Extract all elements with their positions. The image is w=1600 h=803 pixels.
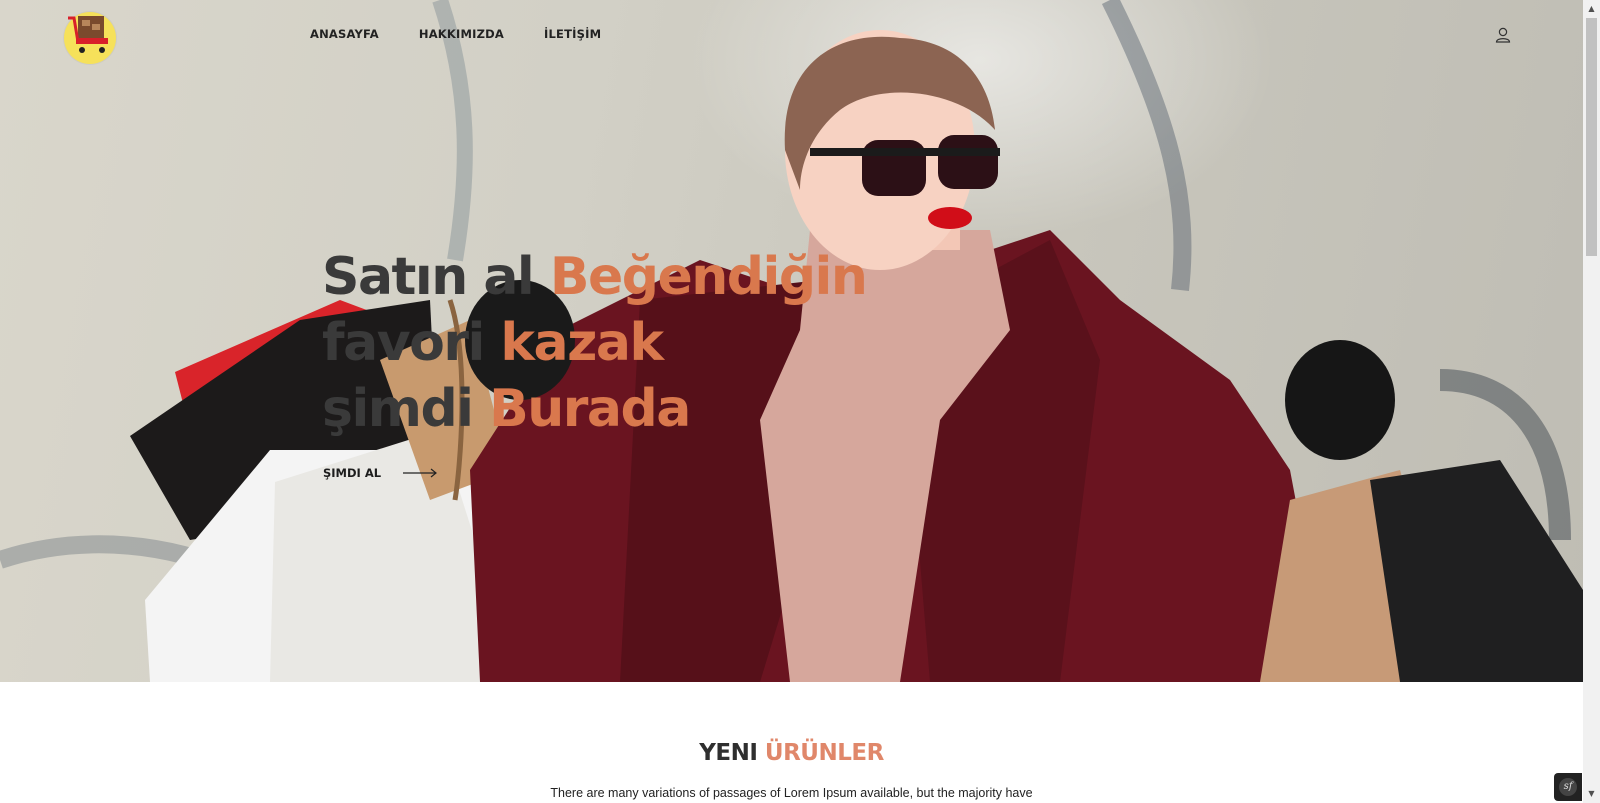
- headline-line: favori kazak: [322, 310, 866, 376]
- shop-now-button[interactable]: ŞIMDI AL: [323, 466, 439, 480]
- hero-banner: ANASAYFA HAKKIMIZDA İLETİŞİM Satın al Be…: [0, 0, 1583, 682]
- debug-toolbar-logo: sf: [1559, 778, 1577, 796]
- headline-line: Satın al Beğendiğin: [322, 244, 868, 310]
- debug-toolbar-toggle[interactable]: sf: [1554, 773, 1582, 801]
- headline-text: Satın al: [322, 247, 535, 307]
- headline-accent: Burada: [489, 379, 691, 439]
- section-title: YENI ÜRÜNLER: [0, 740, 1583, 766]
- scroll-down-icon[interactable]: ▼: [1587, 789, 1596, 798]
- headline-text: favori: [322, 313, 485, 373]
- headline-text: şimdi: [322, 379, 474, 439]
- nav-item-about[interactable]: HAKKIMIZDA: [419, 27, 504, 41]
- scroll-up-icon[interactable]: ▲: [1587, 4, 1596, 13]
- section-title-accent: ÜRÜNLER: [764, 740, 884, 766]
- shop-now-label: ŞIMDI AL: [323, 466, 382, 480]
- user-icon: [1495, 27, 1511, 43]
- logo[interactable]: [64, 12, 116, 64]
- hero-headline: Satın al Beğendiğin favori kazak şimdi B…: [322, 244, 868, 442]
- headline-accent: kazak: [500, 313, 664, 373]
- section-title-text: YENI: [699, 740, 758, 766]
- user-account-button[interactable]: [1494, 26, 1512, 44]
- headline-line: şimdi Burada: [322, 376, 866, 442]
- section-description: There are many variations of passages of…: [550, 786, 1033, 800]
- nav-item-contact[interactable]: İLETİŞİM: [544, 27, 601, 41]
- scrollbar[interactable]: ▲ ▼: [1583, 0, 1600, 803]
- nav-item-home[interactable]: ANASAYFA: [310, 27, 379, 41]
- main-nav: ANASAYFA HAKKIMIZDA İLETİŞİM: [310, 27, 641, 41]
- shopping-cart-icon: [68, 16, 108, 53]
- scrollbar-thumb[interactable]: [1586, 18, 1597, 256]
- headline-accent: Beğendiğin: [549, 247, 868, 307]
- arrow-right-icon: [403, 468, 438, 478]
